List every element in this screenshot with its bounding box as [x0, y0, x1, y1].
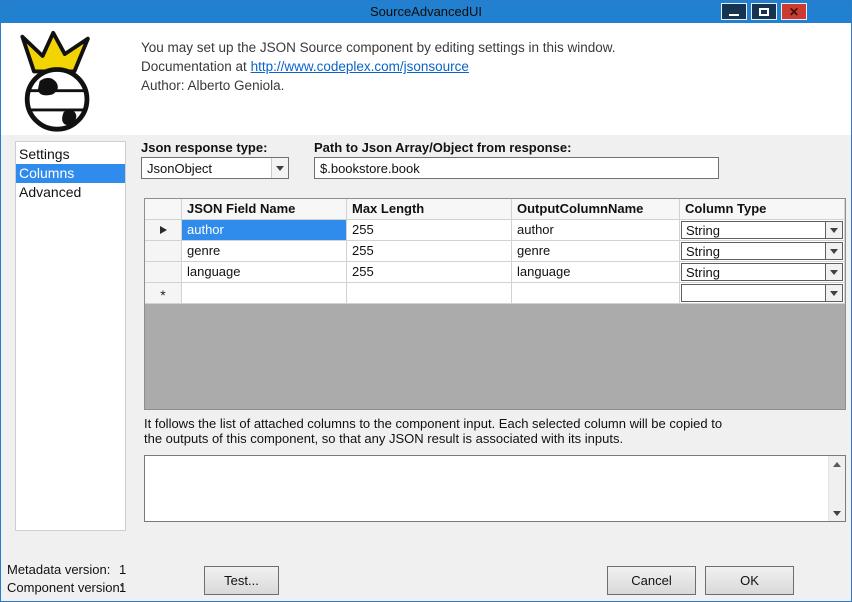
cell-output[interactable]: [512, 283, 680, 304]
cell-field[interactable]: author: [182, 220, 347, 241]
new-row-marker: *: [160, 287, 166, 303]
title-bar[interactable]: SourceAdvancedUI ✕: [1, 1, 851, 23]
header-line-doc: Documentation at http://www.codeplex.com…: [141, 57, 616, 76]
current-row-arrow-icon: [159, 226, 167, 234]
cell-output[interactable]: language: [512, 262, 680, 283]
header-line-intro: You may set up the JSON Source component…: [141, 40, 616, 55]
close-icon: ✕: [788, 4, 800, 19]
row-selector[interactable]: [145, 220, 182, 241]
cell-type: String: [680, 241, 845, 262]
response-type-combobox[interactable]: JsonObject: [141, 157, 289, 179]
component-version-label: Component version:: [7, 580, 124, 595]
row-selector[interactable]: [145, 262, 182, 283]
chevron-down-icon: [830, 290, 838, 296]
metadata-version-value: 1: [119, 562, 127, 577]
columns-help-text: It follows the list of attached columns …: [144, 416, 723, 446]
cell-type: String: [680, 220, 845, 241]
details-textbox-container: [144, 455, 846, 522]
minimize-button[interactable]: [721, 3, 747, 20]
source-advanced-ui-window: SourceAdvancedUI ✕ You may set up the JS…: [0, 0, 852, 602]
column-type-value: String: [686, 243, 720, 259]
cell-type: [680, 283, 845, 304]
chevron-down-icon: [830, 269, 838, 275]
window-controls: ✕: [721, 3, 807, 20]
cell-output[interactable]: author: [512, 220, 680, 241]
chevron-down-icon: [830, 248, 838, 254]
chevron-up-icon: [833, 461, 841, 467]
chevron-down-icon: [833, 510, 841, 516]
column-type-combobox[interactable]: String: [681, 221, 843, 239]
sidebar-item-columns[interactable]: Columns: [16, 164, 125, 183]
row-selector[interactable]: *: [145, 283, 182, 304]
column-type-dropdown-button[interactable]: [825, 264, 842, 280]
column-type-combobox[interactable]: [681, 284, 843, 302]
cell-maxlength[interactable]: 255: [347, 241, 512, 262]
response-type-dropdown-button[interactable]: [271, 158, 288, 178]
details-textbox[interactable]: [145, 456, 828, 521]
column-type-dropdown-button[interactable]: [825, 285, 842, 301]
component-version-value: 1: [119, 580, 127, 595]
section-list: Settings Columns Advanced: [15, 141, 126, 531]
header-line-author: Author: Alberto Geniola.: [141, 78, 285, 93]
columns-grid: JSON Field Name Max Length OutputColumnN…: [144, 198, 846, 410]
minimize-icon: [729, 14, 739, 16]
scroll-up-button[interactable]: [829, 456, 845, 472]
maximize-button[interactable]: [751, 3, 777, 20]
header-panel: You may set up the JSON Source component…: [1, 23, 851, 135]
close-button[interactable]: ✕: [781, 3, 807, 20]
grid-header-type[interactable]: Column Type: [680, 199, 845, 220]
column-type-dropdown-button[interactable]: [825, 243, 842, 259]
chevron-down-icon: [830, 227, 838, 233]
cell-maxlength[interactable]: [347, 283, 512, 304]
column-type-value: String: [686, 264, 720, 280]
cell-maxlength[interactable]: 255: [347, 220, 512, 241]
cancel-button[interactable]: Cancel: [607, 566, 696, 595]
test-button[interactable]: Test...: [204, 566, 279, 595]
column-type-combobox[interactable]: String: [681, 263, 843, 281]
scroll-down-button[interactable]: [829, 505, 845, 521]
header-description: You may set up the JSON Source component…: [141, 38, 616, 95]
column-type-value: String: [686, 222, 720, 238]
doc-prefix: Documentation at: [141, 59, 247, 74]
documentation-link[interactable]: http://www.codeplex.com/jsonsource: [251, 59, 469, 74]
grid-header-row: JSON Field Name Max Length OutputColumnN…: [145, 199, 845, 220]
row-selector[interactable]: [145, 241, 182, 262]
cell-field[interactable]: genre: [182, 241, 347, 262]
sidebar-item-settings[interactable]: Settings: [16, 145, 125, 164]
column-type-dropdown-button[interactable]: [825, 222, 842, 238]
grid-corner-cell[interactable]: [145, 199, 182, 220]
crown-globe-logo-icon: [9, 29, 109, 140]
cell-field[interactable]: language: [182, 262, 347, 283]
response-type-value: JsonObject: [147, 160, 213, 176]
column-type-combobox[interactable]: String: [681, 242, 843, 260]
cell-type: String: [680, 262, 845, 283]
cell-output[interactable]: genre: [512, 241, 680, 262]
chevron-down-icon: [276, 165, 284, 171]
cell-maxlength[interactable]: 255: [347, 262, 512, 283]
maximize-icon: [759, 7, 769, 16]
table-row-new: *: [145, 283, 845, 304]
grid-header-field[interactable]: JSON Field Name: [182, 199, 347, 220]
json-path-input[interactable]: [314, 157, 719, 179]
metadata-version-label: Metadata version:: [7, 562, 111, 577]
grid-header-maxlength[interactable]: Max Length: [347, 199, 512, 220]
vertical-scrollbar[interactable]: [828, 456, 845, 521]
grid-header-output[interactable]: OutputColumnName: [512, 199, 680, 220]
cell-field[interactable]: [182, 283, 347, 304]
table-row: genre 255 genre String: [145, 241, 845, 262]
response-type-label: Json response type:: [141, 140, 268, 155]
sidebar-item-advanced[interactable]: Advanced: [16, 183, 125, 202]
table-row: language 255 language String: [145, 262, 845, 283]
json-path-label: Path to Json Array/Object from response:: [314, 140, 572, 155]
table-row: author 255 author String: [145, 220, 845, 241]
ok-button[interactable]: OK: [705, 566, 794, 595]
